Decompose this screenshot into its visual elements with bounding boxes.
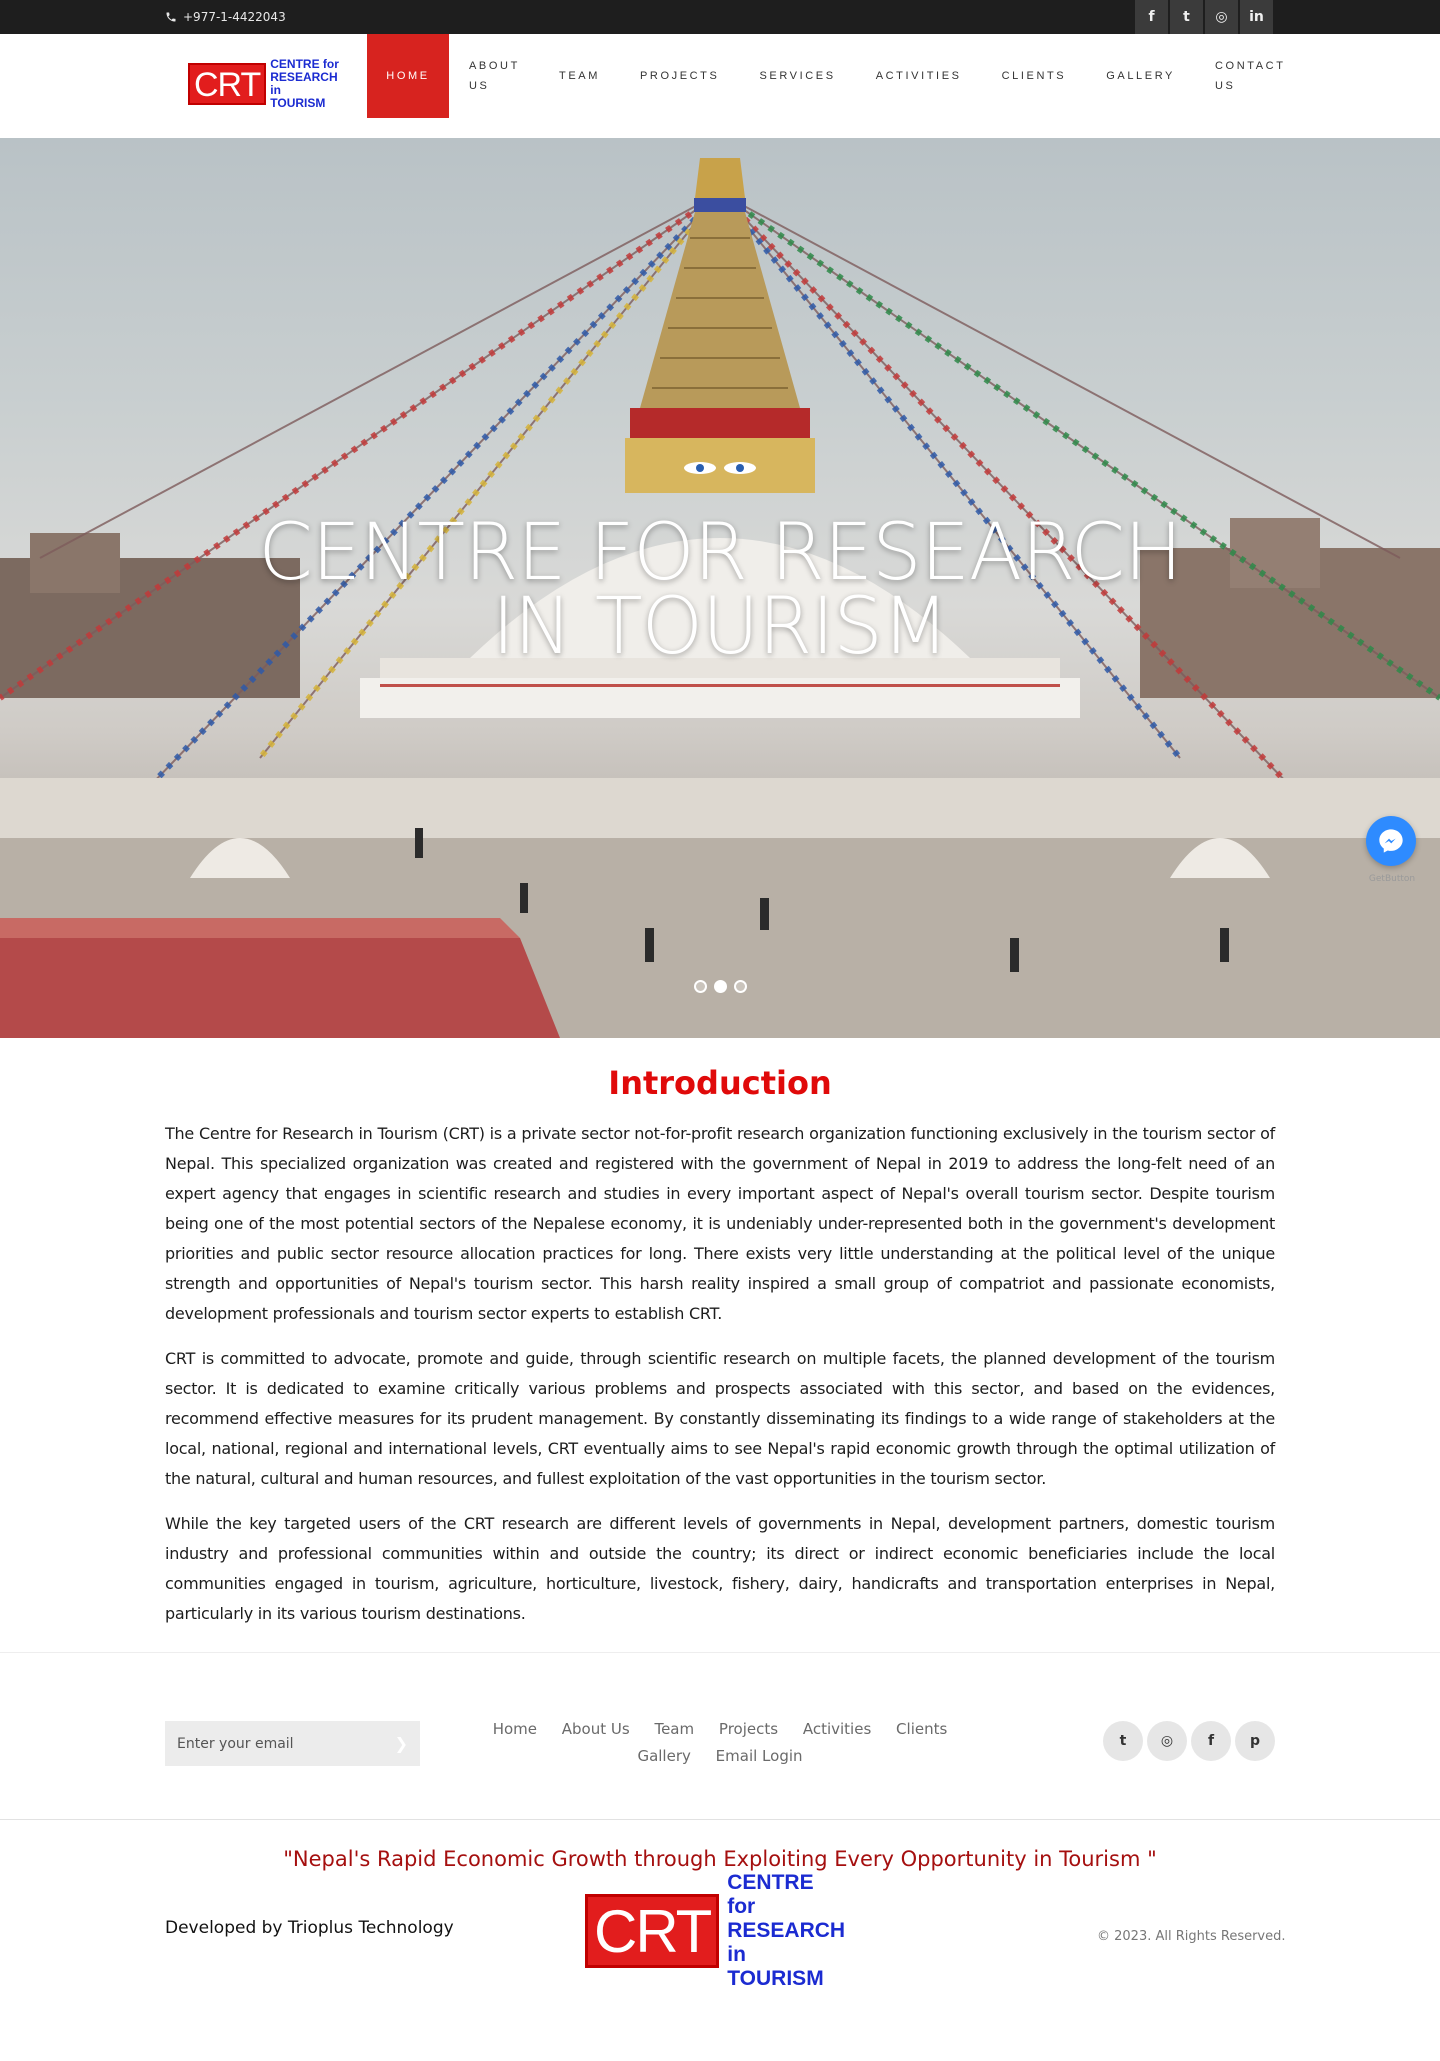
footer-link-email-login[interactable]: Email Login (716, 1747, 803, 1765)
footer-divider (0, 1819, 1440, 1820)
nav-clients[interactable]: CLIENTS (982, 34, 1087, 118)
footer-logo-text: CENTRE for RESEARCH in TOURISM (727, 1871, 846, 1990)
top-bar: +977-1-4422043 f t ◎ in (0, 0, 1440, 34)
intro-paragraph: The Centre for Research in Tourism (CRT)… (165, 1124, 1275, 1323)
site-logo[interactable]: CRT CENTRE for RESEARCH in TOURISM (188, 57, 340, 110)
intro-section: The Centre for Research in Tourism (CRT)… (165, 1119, 1275, 1644)
footer-link-activities[interactable]: Activities (803, 1720, 871, 1738)
main-nav: HOME ABOUT US TEAM PROJECTS SERVICES ACT… (367, 34, 1285, 118)
nav-team[interactable]: TEAM (539, 34, 620, 118)
twitter-icon[interactable]: t (1103, 1721, 1143, 1761)
footer-link-projects[interactable]: Projects (719, 1720, 778, 1738)
nav-projects[interactable]: PROJECTS (620, 34, 739, 118)
slider-dot[interactable] (694, 980, 707, 993)
developer-credit[interactable]: Developed by Trioplus Technology (165, 1918, 454, 1938)
twitter-icon[interactable]: t (1170, 0, 1203, 34)
logo-mark: CRT (188, 63, 267, 105)
logo-text: CENTRE for RESEARCH in TOURISM (270, 57, 339, 110)
footer-social-links: t ◎ f p (1103, 1721, 1275, 1761)
facebook-icon[interactable]: f (1135, 0, 1168, 34)
copyright: © 2023. All Rights Reserved. (1097, 1929, 1286, 1944)
footer-tagline: "Nepal's Rapid Economic Growth through E… (283, 1847, 1157, 1871)
slider-dot[interactable] (734, 980, 747, 993)
intro-heading: Introduction (608, 1064, 832, 1102)
footer-links: Home About Us Team Projects Activities C… (475, 1716, 965, 1770)
intro-paragraph: CRT is committed to advocate, promote an… (165, 1349, 1275, 1488)
nav-activities[interactable]: ACTIVITIES (856, 34, 982, 118)
footer-link-about-us[interactable]: About Us (562, 1720, 630, 1738)
messenger-icon (1379, 829, 1403, 853)
footer-logo[interactable]: CRT CENTRE for RESEARCH in TOURISM (585, 1871, 847, 1990)
footer-logo-mark: CRT (585, 1894, 720, 1968)
footer-divider (0, 1652, 1440, 1653)
site-header: CRT CENTRE for RESEARCH in TOURISM HOME … (0, 34, 1440, 138)
nav-about-us[interactable]: ABOUT US (449, 34, 539, 118)
hero-slider: CENTRE FOR RESEARCH IN TOURISM (0, 138, 1440, 1038)
pinterest-icon[interactable]: p (1235, 1721, 1275, 1761)
phone-number: +977-1-4422043 (183, 10, 286, 24)
email-placeholder: Enter your email (177, 1735, 294, 1752)
messenger-chat-button[interactable] (1366, 816, 1416, 866)
slider-dots (694, 980, 747, 993)
footer-link-team[interactable]: Team (654, 1720, 694, 1738)
nav-services[interactable]: SERVICES (739, 34, 855, 118)
getbutton-label: GetButton (1368, 874, 1416, 884)
nav-contact-us[interactable]: CONTACT US (1195, 34, 1285, 118)
instagram-icon[interactable]: ◎ (1205, 0, 1238, 34)
footer-link-home[interactable]: Home (493, 1720, 537, 1738)
hero-title: CENTRE FOR RESEARCH IN TOURISM (258, 508, 1182, 672)
phone-icon (166, 12, 176, 22)
phone-contact[interactable]: +977-1-4422043 (165, 0, 286, 34)
slider-dot-active[interactable] (714, 980, 727, 993)
top-social-links: f t ◎ in (1135, 0, 1273, 34)
nav-gallery[interactable]: GALLERY (1086, 34, 1195, 118)
newsletter-email-field[interactable]: Enter your email ❯ (165, 1721, 420, 1766)
footer-link-gallery[interactable]: Gallery (637, 1747, 690, 1765)
chevron-right-icon[interactable]: ❯ (395, 1734, 408, 1753)
linkedin-icon[interactable]: in (1240, 0, 1273, 34)
intro-paragraph: While the key targeted users of the CRT … (165, 1514, 1275, 1623)
facebook-icon[interactable]: f (1191, 1721, 1231, 1761)
footer-link-clients[interactable]: Clients (896, 1720, 947, 1738)
instagram-icon[interactable]: ◎ (1147, 1721, 1187, 1761)
nav-home[interactable]: HOME (367, 34, 449, 118)
